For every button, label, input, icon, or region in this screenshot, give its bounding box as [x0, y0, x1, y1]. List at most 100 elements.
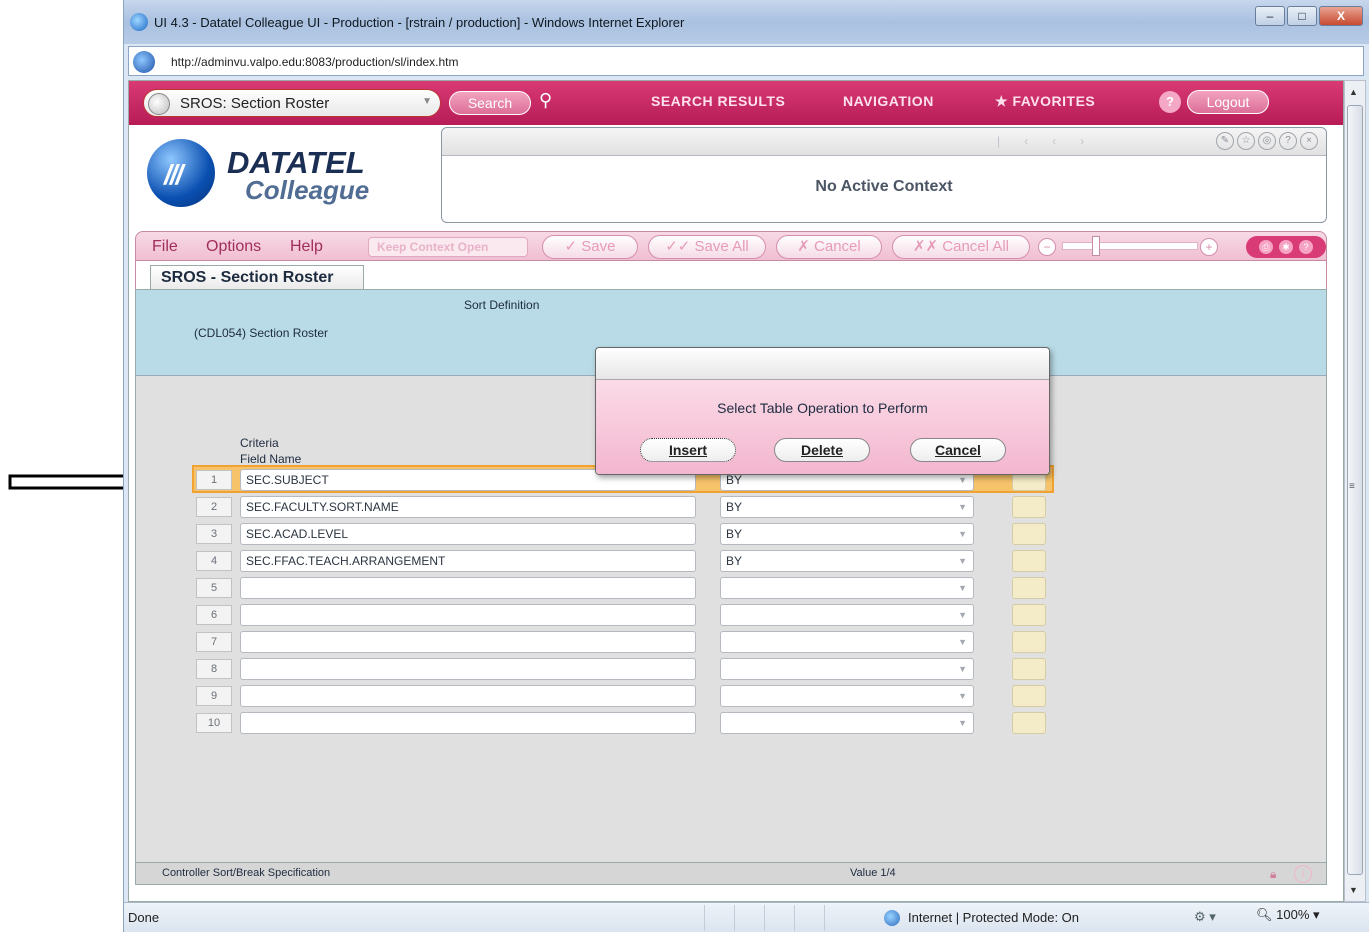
lock-icon[interactable]: 🔒︎	[1270, 867, 1284, 881]
sort-select[interactable]: ▼	[720, 712, 974, 734]
sort-select[interactable]: BY ▼	[720, 496, 974, 518]
table-row[interactable]: 3 SEC.ACAD.LEVEL BY ▼	[196, 522, 1236, 548]
favorites-link[interactable]: ★ FAVORITES	[995, 93, 1095, 110]
delete-button[interactable]: Delete	[774, 438, 870, 462]
table-row[interactable]: 5 ▼	[196, 576, 1236, 602]
status-separators	[704, 905, 854, 931]
save-all-button[interactable]: ✓✓ Save All	[648, 235, 766, 259]
grip-icon: ≡	[1349, 481, 1355, 492]
dialog-cancel-button[interactable]: Cancel	[910, 438, 1006, 462]
row-number[interactable]: 7	[196, 632, 232, 652]
zoom-in-icon[interactable]: +	[1200, 238, 1218, 256]
field-name-input[interactable]: SEC.FACULTY.SORT.NAME	[240, 496, 696, 518]
cancel-all-button[interactable]: ✗✗ Cancel All	[892, 235, 1030, 259]
row-detail-box[interactable]	[1012, 685, 1046, 707]
row-detail-box[interactable]	[1012, 604, 1046, 626]
table-row[interactable]: 4 SEC.FFAC.TEACH.ARRANGEMENT BY ▼	[196, 549, 1236, 575]
status-separator	[704, 905, 734, 931]
context-action-icon-2[interactable]: ☆	[1237, 132, 1255, 150]
row-number[interactable]: 5	[196, 578, 232, 598]
tab-sros[interactable]: SROS - Section Roster	[150, 265, 364, 289]
info-icon[interactable]: ?	[1299, 240, 1313, 254]
print-icon[interactable]: ⎙	[1259, 240, 1273, 254]
sort-select[interactable]: ▼	[720, 685, 974, 707]
context-help-icon[interactable]: ?	[1279, 132, 1297, 150]
close-window-button[interactable]: X	[1319, 6, 1363, 26]
zoom-out-icon[interactable]: −	[1038, 238, 1056, 256]
sort-select[interactable]: ▼	[720, 577, 974, 599]
chevron-down-icon: ▼	[958, 610, 967, 620]
search-results-link[interactable]: SEARCH RESULTS	[651, 93, 785, 109]
save-button[interactable]: ✓ Save	[542, 235, 638, 259]
field-name-input[interactable]: SEC.ACAD.LEVEL	[240, 523, 696, 545]
security-zone-text[interactable]: Internet | Protected Mode: On	[908, 910, 1079, 925]
sort-select[interactable]: BY ▼	[720, 523, 974, 545]
zoom-slider[interactable]	[1062, 242, 1198, 250]
table-row[interactable]: 2 SEC.FACULTY.SORT.NAME BY ▼	[196, 495, 1236, 521]
table-row[interactable]: 10 ▼	[196, 711, 1236, 737]
addon-icon[interactable]: ⚙ ▾	[1194, 909, 1216, 925]
row-number[interactable]: 9	[196, 686, 232, 706]
row-number[interactable]: 3	[196, 524, 232, 544]
field-name-input[interactable]	[240, 631, 696, 653]
url-text[interactable]: http://adminvu.valpo.edu:8083/production…	[171, 55, 459, 69]
context-nav-arrows[interactable]: |‹‹›	[997, 134, 1108, 148]
scroll-up-icon[interactable]: ▲	[1349, 87, 1358, 97]
row-detail-box[interactable]	[1012, 523, 1046, 545]
insert-button[interactable]: Insert	[640, 438, 736, 462]
zoom-slider-thumb[interactable]	[1092, 236, 1100, 256]
field-name-input[interactable]	[240, 604, 696, 626]
row-detail-box[interactable]	[1012, 712, 1046, 734]
table-row[interactable]: 7 ▼	[196, 630, 1236, 656]
zoom-level[interactable]: 🔍︎ 100% ▾	[1256, 907, 1320, 923]
menu-help[interactable]: Help	[290, 238, 323, 256]
field-name-input[interactable]: SEC.FFAC.TEACH.ARRANGEMENT	[240, 550, 696, 572]
maximize-button[interactable]: □	[1287, 6, 1317, 26]
menu-options[interactable]: Options	[206, 238, 261, 256]
field-name-input[interactable]	[240, 658, 696, 680]
row-detail-box[interactable]	[1012, 550, 1046, 572]
screen-select-dropdown[interactable]: SROS: Section Roster ▼	[143, 89, 441, 117]
row-detail-box[interactable]	[1012, 577, 1046, 599]
field-name-input[interactable]	[240, 685, 696, 707]
table-row[interactable]: 9 ▼	[196, 684, 1236, 710]
navigation-link[interactable]: NAVIGATION	[843, 93, 934, 109]
cancel-button[interactable]: ✗ Cancel	[776, 235, 882, 259]
context-action-icon-1[interactable]: ✎	[1216, 132, 1234, 150]
row-number[interactable]: 6	[196, 605, 232, 625]
sort-select[interactable]: ▼	[720, 604, 974, 626]
browser-window: UI 4.3 - Datatel Colleague UI - Producti…	[123, 0, 1369, 932]
chevron-down-icon: ▼	[958, 529, 967, 539]
row-number[interactable]: 8	[196, 659, 232, 679]
row-number[interactable]: 10	[196, 713, 232, 733]
help-icon[interactable]: ?	[1159, 91, 1181, 113]
menu-file[interactable]: File	[152, 238, 178, 256]
table-row[interactable]: 6 ▼	[196, 603, 1236, 629]
context-icons: ✎ ☆ ◎ ? ×	[1216, 132, 1318, 150]
keep-context-open-dropdown[interactable]: Keep Context Open	[368, 237, 528, 257]
row-detail-box[interactable]	[1012, 658, 1046, 680]
table-row[interactable]: 8 ▼	[196, 657, 1236, 683]
sort-select[interactable]: BY ▼	[720, 550, 974, 572]
search-button[interactable]: Search	[449, 91, 531, 115]
field-name-input[interactable]	[240, 577, 696, 599]
search-options-icon[interactable]: ⚲	[539, 90, 552, 111]
info-icon[interactable]: i	[1294, 865, 1312, 883]
context-close-icon[interactable]: ×	[1300, 132, 1318, 150]
context-action-icon-3[interactable]: ◎	[1258, 132, 1276, 150]
field-name-input[interactable]	[240, 712, 696, 734]
vertical-scrollbar[interactable]: ▲ ≡ ▼	[1344, 80, 1366, 902]
row-number[interactable]: 2	[196, 497, 232, 517]
sort-select[interactable]: ▼	[720, 631, 974, 653]
row-detail-box[interactable]	[1012, 631, 1046, 653]
zoom-level-value: 100%	[1276, 907, 1310, 922]
logout-button[interactable]: Logout	[1187, 90, 1269, 114]
settings-icon[interactable]: ✱	[1279, 240, 1293, 254]
sort-select[interactable]: ▼	[720, 658, 974, 680]
row-number[interactable]: 4	[196, 551, 232, 571]
scroll-down-icon[interactable]: ▼	[1349, 885, 1358, 895]
row-number[interactable]: 1	[196, 470, 232, 490]
row-detail-box[interactable]	[1012, 496, 1046, 518]
minimize-button[interactable]: –	[1255, 6, 1285, 26]
address-bar[interactable]: http://adminvu.valpo.edu:8083/production…	[128, 46, 1364, 76]
